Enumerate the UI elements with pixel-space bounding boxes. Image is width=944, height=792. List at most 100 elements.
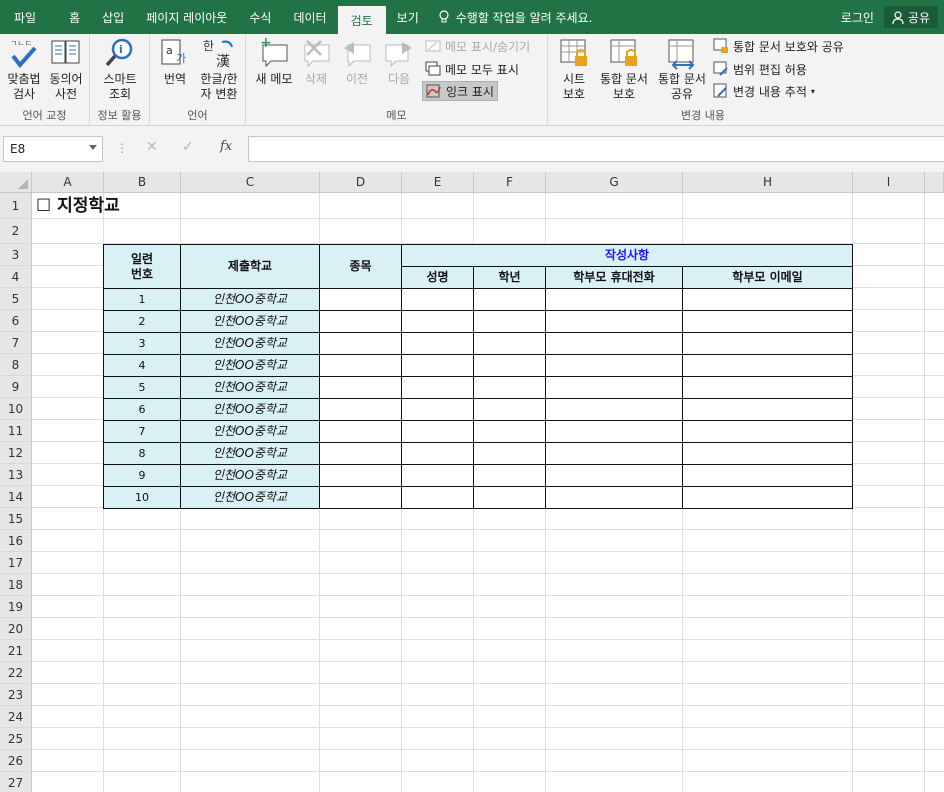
smart-lookup-button[interactable]: i 스마트 조회 (98, 36, 142, 102)
grade-cell[interactable] (473, 398, 546, 421)
previous-comment-button[interactable]: 이전 (338, 36, 376, 87)
event-cell[interactable] (319, 486, 402, 509)
parent-email-cell[interactable] (682, 376, 853, 399)
parent-phone-cell[interactable] (545, 354, 683, 377)
column-header-f[interactable]: F (474, 172, 546, 193)
serial-number-cell[interactable]: 4 (103, 354, 181, 377)
share-button[interactable]: 공유 (883, 6, 938, 28)
column-header-j[interactable] (925, 172, 944, 193)
grade-cell[interactable] (473, 354, 546, 377)
show-hide-comment-button[interactable]: 메모 표시/숨기기 (422, 36, 533, 56)
row-header[interactable]: 19 (0, 596, 32, 618)
school-cell[interactable]: 인천OO중학교 (180, 442, 320, 465)
name-cell[interactable] (401, 288, 474, 311)
name-cell[interactable] (401, 442, 474, 465)
header-parent-phone[interactable]: 학부모 휴대전화 (545, 266, 683, 289)
new-comment-button[interactable]: + 새 메모 (252, 36, 296, 87)
parent-email-cell[interactable] (682, 288, 853, 311)
event-cell[interactable] (319, 332, 402, 355)
parent-email-cell[interactable] (682, 354, 853, 377)
name-cell[interactable] (401, 332, 474, 355)
parent-phone-cell[interactable] (545, 332, 683, 355)
name-cell[interactable] (401, 398, 474, 421)
grade-cell[interactable] (473, 376, 546, 399)
event-cell[interactable] (319, 398, 402, 421)
row-header[interactable]: 13 (0, 464, 32, 486)
row-header[interactable]: 8 (0, 354, 32, 376)
row-header[interactable]: 18 (0, 574, 32, 596)
enter-icon[interactable]: ✓ (182, 139, 194, 155)
row-header[interactable]: 24 (0, 706, 32, 728)
protect-share-button[interactable]: 통합 문서 보호와 공유 (710, 36, 847, 56)
tab-insert[interactable]: 삽입 (91, 0, 135, 34)
translate-button[interactable]: a 가 번역 (158, 36, 192, 87)
track-changes-button[interactable]: 변경 내용 추적 ▾ (710, 81, 818, 101)
allow-edit-ranges-button[interactable]: 범위 편집 허용 (710, 59, 810, 79)
tell-me-box[interactable]: 수행할 작업을 알려 주세요. (430, 0, 592, 34)
parent-email-cell[interactable] (682, 332, 853, 355)
row-header[interactable]: 21 (0, 640, 32, 662)
grade-cell[interactable] (473, 442, 546, 465)
row-header[interactable]: 9 (0, 376, 32, 398)
formula-input[interactable] (248, 136, 944, 162)
serial-number-cell[interactable]: 9 (103, 464, 181, 487)
row-header[interactable]: 23 (0, 684, 32, 706)
event-cell[interactable] (319, 442, 402, 465)
hangul-hanja-button[interactable]: 한 漢 한글/한 자 변환 (196, 36, 242, 102)
school-cell[interactable]: 인천OO중학교 (180, 464, 320, 487)
serial-number-cell[interactable]: 8 (103, 442, 181, 465)
row-header[interactable]: 4 (0, 266, 32, 288)
thesaurus-button[interactable]: 동의어 사전 (46, 36, 86, 102)
school-cell[interactable]: 인천OO중학교 (180, 376, 320, 399)
row-header[interactable]: 22 (0, 662, 32, 684)
school-cell[interactable]: 인천OO중학교 (180, 310, 320, 333)
name-cell[interactable] (401, 420, 474, 443)
row-header[interactable]: 6 (0, 310, 32, 332)
parent-phone-cell[interactable] (545, 310, 683, 333)
sheet-title[interactable]: ☐ 지정학교 (32, 193, 332, 219)
header-details[interactable]: 작성사항 (401, 244, 853, 267)
row-header[interactable]: 3 (0, 244, 32, 266)
parent-phone-cell[interactable] (545, 376, 683, 399)
school-cell[interactable]: 인천OO중학교 (180, 332, 320, 355)
name-cell[interactable] (401, 464, 474, 487)
parent-email-cell[interactable] (682, 398, 853, 421)
tab-home[interactable]: 홈 (47, 0, 91, 34)
name-cell[interactable] (401, 486, 474, 509)
show-ink-button[interactable]: 잉크 표시 (422, 81, 498, 101)
column-header-b[interactable]: B (104, 172, 181, 193)
column-header-d[interactable]: D (320, 172, 402, 193)
row-header[interactable]: 16 (0, 530, 32, 552)
grade-cell[interactable] (473, 464, 546, 487)
column-header-i[interactable]: I (853, 172, 925, 193)
parent-phone-cell[interactable] (545, 288, 683, 311)
row-header[interactable]: 26 (0, 750, 32, 772)
row-header[interactable]: 1 (0, 193, 32, 219)
tab-file[interactable]: 파일 (0, 0, 47, 34)
share-workbook-button[interactable]: 통합 문서 공유 (654, 36, 710, 102)
parent-email-cell[interactable] (682, 310, 853, 333)
parent-phone-cell[interactable] (545, 464, 683, 487)
column-header-e[interactable]: E (402, 172, 474, 193)
parent-email-cell[interactable] (682, 420, 853, 443)
school-cell[interactable]: 인천OO중학교 (180, 288, 320, 311)
grade-cell[interactable] (473, 288, 546, 311)
tab-data[interactable]: 데이터 (282, 0, 337, 34)
parent-email-cell[interactable] (682, 486, 853, 509)
select-all-button[interactable] (0, 172, 32, 193)
cancel-icon[interactable]: ✕ (146, 139, 158, 155)
serial-number-cell[interactable]: 7 (103, 420, 181, 443)
serial-number-cell[interactable]: 10 (103, 486, 181, 509)
tab-formulas[interactable]: 수식 (238, 0, 282, 34)
delete-comment-button[interactable]: 삭제 (298, 36, 334, 87)
parent-email-cell[interactable] (682, 464, 853, 487)
row-header[interactable]: 2 (0, 219, 32, 244)
row-header[interactable]: 12 (0, 442, 32, 464)
serial-number-cell[interactable]: 5 (103, 376, 181, 399)
header-school[interactable]: 제출학교 (180, 244, 320, 289)
column-header-a[interactable]: A (32, 172, 104, 193)
header-name[interactable]: 성명 (401, 266, 474, 289)
event-cell[interactable] (319, 420, 402, 443)
show-all-comments-button[interactable]: 메모 모두 표시 (422, 59, 522, 79)
name-cell[interactable] (401, 354, 474, 377)
